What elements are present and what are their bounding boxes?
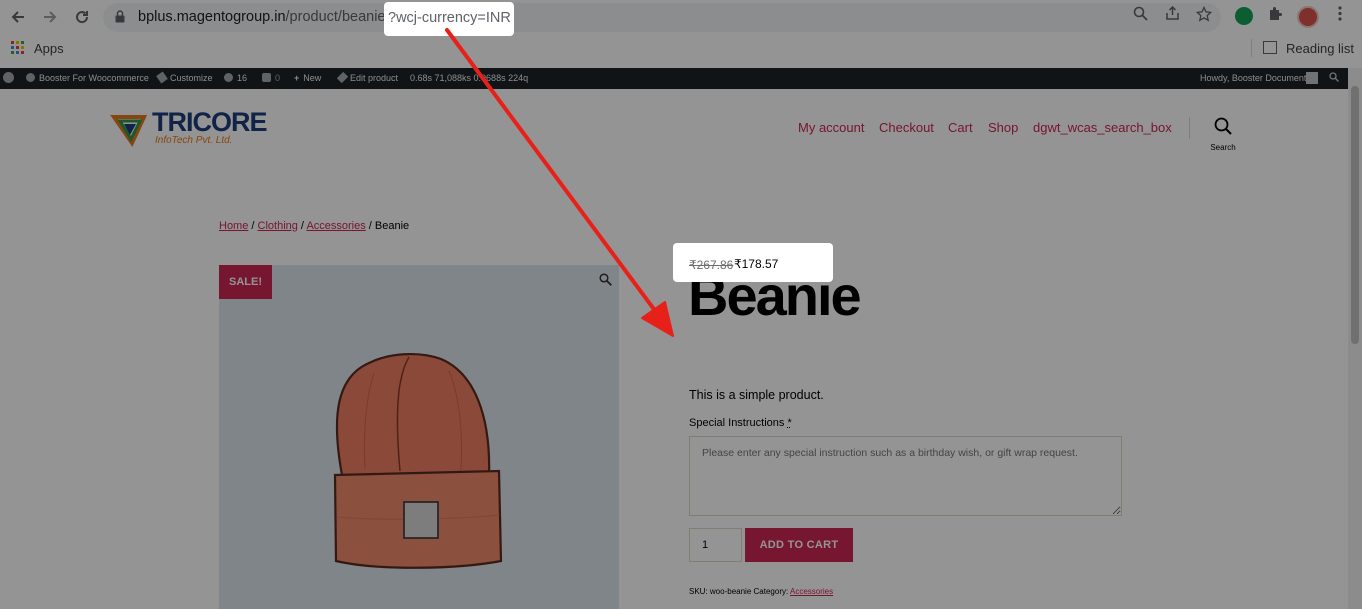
new-label: New <box>303 73 322 83</box>
admin-edit-product[interactable]: Edit product <box>336 71 399 84</box>
admin-customize[interactable]: Customize <box>156 71 213 84</box>
bookmark-separator <box>1251 39 1252 57</box>
highlighted-url-query: ?wcj-currency=INR <box>388 10 511 26</box>
breadcrumb-home[interactable]: Home <box>219 220 248 232</box>
comments-icon <box>262 73 271 82</box>
forward-icon[interactable] <box>38 6 62 28</box>
edit-product-label: Edit product <box>350 73 399 83</box>
menu-cart[interactable]: Cart <box>948 120 973 135</box>
browser-chrome: bplus.magentogroup.in/product/beanie/?wc… <box>0 0 1362 68</box>
sku-value: woo-beanie <box>709 587 752 596</box>
admin-search-icon[interactable] <box>1329 72 1339 84</box>
admin-updates[interactable]: 16 <box>224 73 247 83</box>
page-scrollbar[interactable] <box>1348 68 1362 609</box>
reading-list-icon[interactable] <box>1263 41 1277 54</box>
user-avatar[interactable] <box>1306 72 1318 84</box>
browser-menu-icon[interactable] <box>1331 6 1349 24</box>
wordpress-logo-icon[interactable] <box>3 72 14 84</box>
category-label: Category: <box>753 587 789 596</box>
menu-checkout[interactable]: Checkout <box>879 120 934 135</box>
url-path: /product/beanie/ <box>285 9 390 25</box>
comments-count: 0 <box>275 73 281 83</box>
product-image[interactable] <box>219 265 619 609</box>
page-content: TRICORE InfoTech Pvt. Ltd. My account Ch… <box>0 89 1348 609</box>
tricore-logo-mark-icon <box>110 115 148 147</box>
product-meta: SKU: woo-beanie Category: Accessories <box>689 587 833 596</box>
lock-icon <box>115 10 125 23</box>
share-icon[interactable] <box>1163 5 1181 24</box>
address-bar[interactable]: bplus.magentogroup.in/product/beanie/?wc… <box>103 3 1221 32</box>
site-name-label: Booster For Woocommerce <box>39 73 149 83</box>
reading-list-button[interactable]: Reading list <box>1286 41 1354 56</box>
search-icon <box>1214 117 1232 135</box>
sale-badge: SALE! <box>219 265 272 299</box>
scrollbar-thumb[interactable] <box>1351 86 1359 344</box>
sale-price: ₹178.57 <box>734 257 779 271</box>
plus-icon: + <box>294 73 300 83</box>
updates-count: 16 <box>237 73 248 83</box>
special-instructions-textarea[interactable] <box>689 436 1122 516</box>
profile-avatar-icon[interactable] <box>1297 6 1319 28</box>
menu-my-account[interactable]: My account <box>798 120 864 135</box>
apps-bookmark[interactable]: Apps <box>34 41 64 56</box>
menu-shop[interactable]: Shop <box>988 120 1018 135</box>
bookmark-star-icon[interactable] <box>1195 5 1213 24</box>
product-short-description: This is a simple product. <box>689 388 824 402</box>
pencil-icon <box>336 71 349 84</box>
zoom-icon[interactable] <box>1131 6 1149 24</box>
url-host: bplus.magentogroup.in <box>138 9 286 25</box>
search-toggle-button[interactable]: Search <box>1206 117 1240 153</box>
menu-separator <box>1189 117 1190 139</box>
grammarly-extension-icon[interactable] <box>1235 7 1253 25</box>
apps-grid-icon[interactable] <box>11 41 24 54</box>
special-instructions-label-text: Special Instructions <box>689 417 785 429</box>
logo-name: TRICORE <box>152 107 267 137</box>
extensions-puzzle-icon[interactable] <box>1266 6 1284 24</box>
required-mark: * <box>787 417 792 429</box>
admin-site-name[interactable]: Booster For Woocommerce <box>26 73 149 83</box>
breadcrumb: Home / Clothing / Accessories / Beanie <box>219 220 409 232</box>
site-logo[interactable]: TRICORE InfoTech Pvt. Ltd. <box>110 107 267 151</box>
admin-howdy[interactable]: Howdy, Booster Document <box>1200 73 1306 83</box>
updates-icon <box>224 73 233 82</box>
search-toggle-label: Search <box>1210 143 1236 152</box>
wp-admin-bar: Booster For Woocommerce Customize 16 0 +… <box>0 68 1348 89</box>
admin-new[interactable]: + New <box>294 73 321 83</box>
breadcrumb-current: Beanie <box>374 220 410 232</box>
logo-subtitle: InfoTech Pvt. Ltd. <box>155 135 233 146</box>
beanie-illustration <box>333 352 503 569</box>
image-zoom-icon[interactable] <box>599 273 612 289</box>
regular-price: ₹267.86 <box>689 258 734 272</box>
brush-icon <box>156 71 168 84</box>
reload-icon[interactable] <box>70 6 94 28</box>
add-to-cart-button[interactable]: ADD TO CART <box>745 528 853 562</box>
price-highlight: ₹267.86 ₹178.57 <box>673 243 833 282</box>
url-query-highlight: ?wcj-currency=INR <box>384 2 514 36</box>
category-link[interactable]: Accessories <box>790 587 833 596</box>
admin-query-stats[interactable]: 0.68s 71,088ks 0.0688s 224q <box>410 73 528 83</box>
breadcrumb-separator: / <box>365 220 375 232</box>
breadcrumb-separator: / <box>248 220 258 232</box>
sku-label: SKU: <box>689 587 708 596</box>
admin-comments[interactable]: 0 <box>262 73 280 83</box>
customize-label: Customize <box>170 73 213 83</box>
breadcrumb-clothing[interactable]: Clothing <box>258 220 298 232</box>
menu-search-box[interactable]: dgwt_wcas_search_box <box>1033 120 1172 135</box>
dashboard-icon <box>26 73 35 82</box>
special-instructions-label: Special Instructions * <box>689 417 792 429</box>
breadcrumb-accessories[interactable]: Accessories <box>306 220 365 232</box>
quantity-input[interactable]: 1 <box>689 528 742 562</box>
back-icon[interactable] <box>6 6 30 28</box>
